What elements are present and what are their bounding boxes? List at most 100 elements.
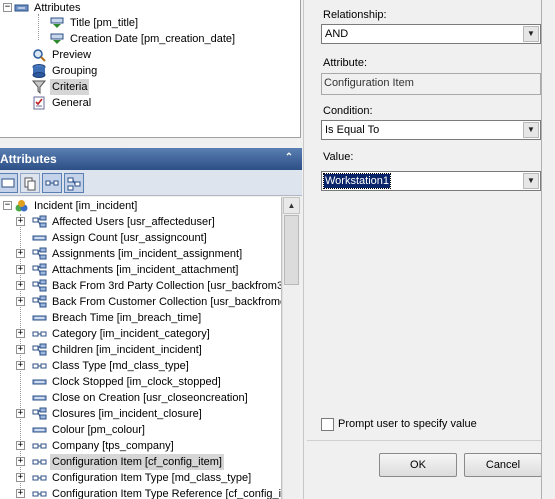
attribute-label: Attribute:: [323, 57, 368, 69]
attribute-tree-item[interactable]: + Class Type [md_class_type]: [16, 358, 281, 374]
tree-label: Company [tps_company]: [52, 440, 174, 452]
value-label: Value:: [323, 151, 354, 163]
tree-label: Category [im_incident_category]: [52, 328, 210, 340]
hierarchy-view-button[interactable]: [64, 173, 84, 193]
tree-node-attributes[interactable]: − Attributes: [3, 0, 214, 16]
tree-label: Assignments [im_incident_assignment]: [52, 248, 243, 260]
tree-label: General: [52, 97, 92, 109]
relation-icon: [32, 215, 47, 228]
tree-label: Breach Time [im_breach_time]: [52, 312, 202, 324]
tree-label: Class Type [md_class_type]: [52, 360, 189, 372]
attribute-tree-item[interactable]: Assign Count [usr_assigncount]: [32, 230, 281, 246]
field-icon: [32, 427, 47, 433]
attribute-tree-item[interactable]: Breach Time [im_breach_time]: [32, 310, 281, 326]
attributes-vertical-scrollbar[interactable]: ▲: [282, 197, 300, 499]
cancel-button[interactable]: Cancel: [464, 453, 542, 477]
link-icon: [32, 459, 47, 465]
relation-icon: [32, 295, 47, 308]
expand-toggle[interactable]: +: [16, 265, 25, 274]
expand-toggle[interactable]: +: [16, 473, 25, 482]
expand-toggle[interactable]: +: [16, 281, 25, 290]
attribute-tree-item[interactable]: Close on Creation [usr_closeoncreation]: [32, 390, 281, 406]
attribute-tree-item[interactable]: + Configuration Item Type [md_class_type]: [16, 470, 281, 486]
expand-toggle[interactable]: +: [16, 249, 25, 258]
chevron-down-icon[interactable]: ▼: [523, 122, 539, 138]
attribute-tree-item[interactable]: + Assignments [im_incident_assignment]: [16, 246, 281, 262]
attributes-icon: [14, 4, 29, 12]
database-icon: [32, 64, 46, 78]
collapse-toggle[interactable]: −: [3, 201, 12, 210]
checklist-icon: [33, 96, 45, 110]
link-icon: [45, 180, 59, 186]
tree-label: Clock Stopped [im_clock_stopped]: [52, 376, 221, 388]
tree-node-preview[interactable]: Preview: [32, 47, 152, 63]
collapse-panel-icon[interactable]: ⌃: [282, 151, 296, 165]
left-pane: − Attributes Title [pm_title] Creation D…: [0, 0, 303, 499]
value-input[interactable]: Workstation1: [323, 173, 391, 189]
tree-node-root[interactable]: − Incident [im_incident]: [3, 198, 214, 214]
attribute-tree-item[interactable]: Colour [pm_colour]: [32, 422, 281, 438]
chevron-down-icon[interactable]: ▼: [523, 173, 539, 189]
expand-toggle[interactable]: +: [16, 489, 25, 498]
expand-toggle[interactable]: +: [16, 345, 25, 354]
attribute-tree-item[interactable]: + Affected Users [usr_affecteduser]: [16, 214, 281, 230]
attribute-tree-item[interactable]: + Children [im_incident_incident]: [16, 342, 281, 358]
attribute-tree-item[interactable]: + Back From 3rd Party Collection [usr_bac…: [16, 278, 281, 294]
tree-node-criteria[interactable]: Criteria: [32, 79, 152, 95]
attribute-tree-item[interactable]: Clock Stopped [im_clock_stopped]: [32, 374, 281, 390]
tree-label: Back From Customer Collection [usr_backf…: [52, 296, 282, 308]
dialog-button-bar: OK Cancel: [307, 440, 555, 499]
tree-label: Close on Creation [usr_closeoncreation]: [52, 392, 248, 404]
expand-toggle[interactable]: +: [16, 217, 25, 226]
report-structure-tree: − Attributes Title [pm_title] Creation D…: [0, 0, 301, 138]
attribute-tree-item[interactable]: + Attachments [im_incident_attachment]: [16, 262, 281, 278]
relation-icon: [32, 407, 47, 420]
chevron-down-icon[interactable]: ▼: [523, 26, 539, 42]
expand-toggle[interactable]: +: [16, 457, 25, 466]
attribute-tree-item[interactable]: + Closures [im_incident_closure]: [16, 406, 281, 422]
field-icon: [32, 235, 47, 241]
tree-label: Assign Count [usr_assigncount]: [52, 232, 207, 244]
attribute-tree-item[interactable]: + Configuration Item Type Reference [cf_c…: [16, 486, 281, 499]
collapse-toggle[interactable]: −: [3, 3, 12, 12]
condition-select[interactable]: Is Equal To ▼: [321, 120, 541, 140]
ok-button[interactable]: OK: [379, 453, 457, 477]
attributes-tree: − Incident [im_incident] + Affected Users…: [0, 197, 282, 499]
attribute-tree-item[interactable]: + Category [im_incident_category]: [16, 326, 281, 342]
attributes-toolbar: [0, 170, 302, 196]
value-combo[interactable]: Workstation1 ▼: [321, 171, 541, 191]
attribute-tree-item[interactable]: + Back From Customer Collection [usr_back…: [16, 294, 282, 310]
link-icon: [32, 363, 47, 369]
copy-button[interactable]: [20, 173, 40, 193]
expand-toggle[interactable]: +: [16, 297, 25, 306]
tree-label: Grouping: [52, 65, 98, 77]
relation-icon: [32, 279, 47, 292]
relationship-select[interactable]: AND ▼: [321, 24, 541, 44]
view-mode-button[interactable]: [0, 173, 18, 193]
link-view-button[interactable]: [42, 173, 62, 193]
sort-field-icon: [50, 33, 64, 44]
window-edge: [541, 0, 555, 499]
criteria-form: Relationship: AND ▼ Attribute: Configura…: [307, 0, 555, 499]
expand-toggle[interactable]: +: [16, 329, 25, 338]
tree-label: Children [im_incident_incident]: [52, 344, 202, 356]
tree-label: Closures [im_incident_closure]: [52, 408, 202, 420]
attribute-tree-item[interactable]: + Configuration Item [cf_config_item]: [16, 454, 281, 470]
expand-toggle[interactable]: +: [16, 409, 25, 418]
relation-icon: [32, 343, 47, 356]
link-icon: [32, 491, 47, 497]
tree-node-creation-date[interactable]: Creation Date [pm_creation_date]: [50, 31, 300, 47]
scroll-up-arrow[interactable]: ▲: [283, 197, 300, 214]
prompt-user-checkbox[interactable]: [321, 418, 334, 431]
tree-node-grouping[interactable]: Grouping: [32, 63, 152, 79]
attribute-tree-item[interactable]: + Company [tps_company]: [16, 438, 281, 454]
condition-label: Condition:: [323, 105, 373, 117]
tree-node-general[interactable]: General: [32, 95, 152, 111]
expand-toggle[interactable]: +: [16, 361, 25, 370]
link-icon: [32, 475, 47, 481]
tree-label: Affected Users [usr_affecteduser]: [52, 216, 215, 228]
field-icon: [32, 315, 47, 321]
scroll-thumb[interactable]: [284, 215, 299, 285]
tree-node-title[interactable]: Title [pm_title]: [50, 15, 290, 31]
expand-toggle[interactable]: +: [16, 441, 25, 450]
